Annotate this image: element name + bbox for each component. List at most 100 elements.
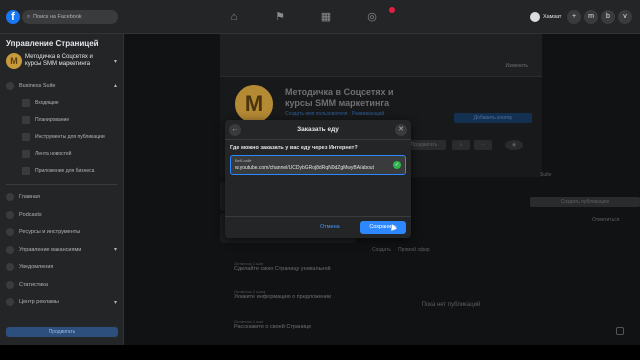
save-button[interactable]: Сохранить (360, 221, 406, 234)
store-icon[interactable]: ▦ (318, 10, 334, 24)
tab-create[interactable]: Создать (372, 247, 391, 253)
step-text: Сделайте свою Страницу уникальной (234, 266, 331, 272)
edit-cover-button[interactable]: Изменить (505, 63, 528, 69)
top-navigation-bar: f ⌕ Поиск на Facebook ⌂ ⚑ ▦ ◎ Хамзат + m… (0, 0, 640, 34)
add-button[interactable]: Добавить кнопку (454, 113, 532, 123)
sidebar-item-label: Статистика (19, 281, 48, 288)
step-text: Укажите информацию о предложении (234, 294, 332, 300)
inbox-icon (22, 99, 30, 107)
sidebar-title: Управление Страницей (6, 39, 99, 48)
step-3[interactable]: Осталось 1 шаг Расскажите о своей Страни… (234, 319, 346, 331)
order-food-dialog: ← Заказать еду ✕ Где можно заказать у ва… (225, 120, 411, 238)
chevron-down-icon: ▾ (113, 299, 117, 306)
sidebar-item-label: Business Suite (19, 82, 56, 89)
page-more-button[interactable]: ··· (474, 140, 492, 150)
notifications-button[interactable]: b (601, 10, 615, 24)
checkin-button[interactable]: Отметиться (592, 217, 619, 223)
facebook-logo[interactable]: f (6, 10, 20, 24)
search-placeholder: Поиск на Facebook (33, 14, 82, 20)
flag-icon[interactable]: ⚑ (272, 10, 288, 24)
sidebar-item-label: Главная (19, 194, 40, 201)
cover-photo: Изменить (220, 34, 542, 77)
page-search-button[interactable]: ⌕ (452, 140, 470, 150)
create-post-button[interactable]: Создать публикацию (530, 197, 640, 207)
sidebar-item-publishing-tools[interactable]: Инструменты для публикации (6, 129, 117, 146)
sidebar-item-home[interactable]: Главная (6, 189, 117, 207)
sidebar-item-label: Podcasts (19, 211, 42, 218)
insights-icon (6, 280, 14, 289)
page-selector[interactable]: М Методичка в Соцсетях и курсы SMM марке… (6, 53, 117, 69)
business-suite-text: Suite (540, 172, 552, 178)
compose-icon[interactable] (616, 327, 624, 335)
sidebar-item-planner[interactable]: Планирование (6, 112, 117, 129)
sidebar-item-insights[interactable]: Статистика (6, 276, 117, 294)
main-nav-icons: ⌂ ⚑ ▦ ◎ (226, 10, 380, 24)
notification-badge (389, 7, 395, 13)
no-posts-message: Пока нет публикаций (421, 302, 481, 308)
publishing-tools-icon (22, 133, 30, 141)
sidebar-item-ad-center[interactable]: Центр рекламы ▾ (6, 294, 117, 312)
page-title: Методичка в Соцсетях и курсы SMM маркети… (285, 87, 394, 108)
page-name: Методичка в Соцсетях и курсы SMM маркети… (25, 54, 93, 67)
profile-link[interactable]: Хамзат (530, 12, 561, 22)
dialog-footer: Отмена Сохранить (225, 216, 411, 238)
sidebar-item-resources[interactable]: Ресурсы и инструменты (6, 224, 117, 242)
cancel-button[interactable]: Отмена (320, 224, 340, 230)
step-1[interactable]: Осталось 1 шаг Сделайте свою Страницу ун… (234, 261, 346, 273)
search-input[interactable]: ⌕ Поиск на Facebook (22, 10, 118, 24)
dialog-question: Где можно заказать у вас еду через Интер… (230, 145, 358, 151)
calendar-icon (22, 116, 30, 124)
news-feed-icon (22, 150, 30, 158)
jobs-icon (6, 245, 14, 254)
chevron-down-icon: ▾ (113, 58, 117, 65)
step-text: Расскажите о своей Странице (234, 324, 312, 330)
sidebar-item-label: Входящие (35, 100, 59, 106)
sidebar-item-business-app[interactable]: Приложение для бизнеса (6, 163, 117, 180)
sidebar-item-label: Лента новостей (35, 151, 72, 157)
sidebar-item-label: Планирование (35, 117, 70, 123)
sidebar-divider (6, 183, 117, 185)
create-username-link[interactable]: Создать имя пользователя · Развивающий (285, 111, 384, 117)
groups-icon[interactable]: ◎ (364, 10, 380, 24)
avatar (530, 12, 540, 22)
business-app-icon (22, 167, 30, 175)
sidebar-item-inbox[interactable]: Входящие (6, 95, 117, 112)
promote-button[interactable]: Продвигать (6, 327, 118, 337)
account-menu-button[interactable]: v (618, 10, 632, 24)
field-label: Веб-сайт (235, 158, 252, 163)
sidebar-item-business-suite[interactable]: Business Suite ▴ (6, 77, 117, 95)
sidebar-item-notifications[interactable]: Уведомления (6, 259, 117, 277)
sidebar-item-label: Уведомления (19, 264, 54, 271)
search-icon: ⌕ (27, 13, 31, 20)
podcast-icon (6, 210, 14, 219)
resources-icon (6, 228, 14, 237)
sidebar-item-label: Приложение для бизнеса (35, 168, 95, 174)
home-icon[interactable]: ⌂ (226, 10, 242, 24)
sidebar-item-label: Центр рекламы (19, 299, 59, 306)
close-icon[interactable]: ✕ (395, 124, 407, 136)
page-avatar-switch[interactable]: ◉ (505, 140, 523, 150)
dialog-header: ← Заказать еду ✕ (225, 120, 411, 140)
sidebar-item-label: Ресурсы и инструменты (19, 229, 81, 236)
create-button[interactable]: + (567, 10, 581, 24)
tab-live[interactable]: Прямой эфир (398, 247, 430, 253)
checkmark-icon: ✓ (393, 161, 401, 169)
website-field[interactable]: Веб-сайт w.youtube.com/channel/UCDybGRoj… (230, 155, 406, 175)
dialog-title: Заказать еду (297, 126, 339, 133)
header-action-buttons: + m b v (567, 10, 632, 24)
profile-name: Хамзат (543, 14, 562, 20)
business-suite-icon (6, 81, 14, 90)
sidebar-item-jobs[interactable]: Управление вакансиями ▾ (6, 241, 117, 259)
sidebar-item-podcasts[interactable]: Podcasts (6, 206, 117, 224)
chevron-up-icon: ▴ (113, 83, 117, 90)
sidebar-item-news-feed[interactable]: Лента новостей (6, 146, 117, 163)
step-2[interactable]: Осталось 2 шага Укажите информацию о пре… (234, 289, 346, 301)
chevron-down-icon: ▾ (113, 247, 117, 254)
bell-icon (6, 263, 14, 272)
letterbox-bottom (0, 345, 640, 360)
page-avatar: М (6, 53, 22, 69)
messenger-button[interactable]: m (584, 10, 598, 24)
field-value[interactable]: w.youtube.com/channel/UCDybGRoj8dRqN0dZg… (235, 165, 391, 171)
sidebar-item-label: Управление вакансиями (19, 246, 82, 253)
sidebar-item-label: Инструменты для публикации (35, 134, 105, 140)
